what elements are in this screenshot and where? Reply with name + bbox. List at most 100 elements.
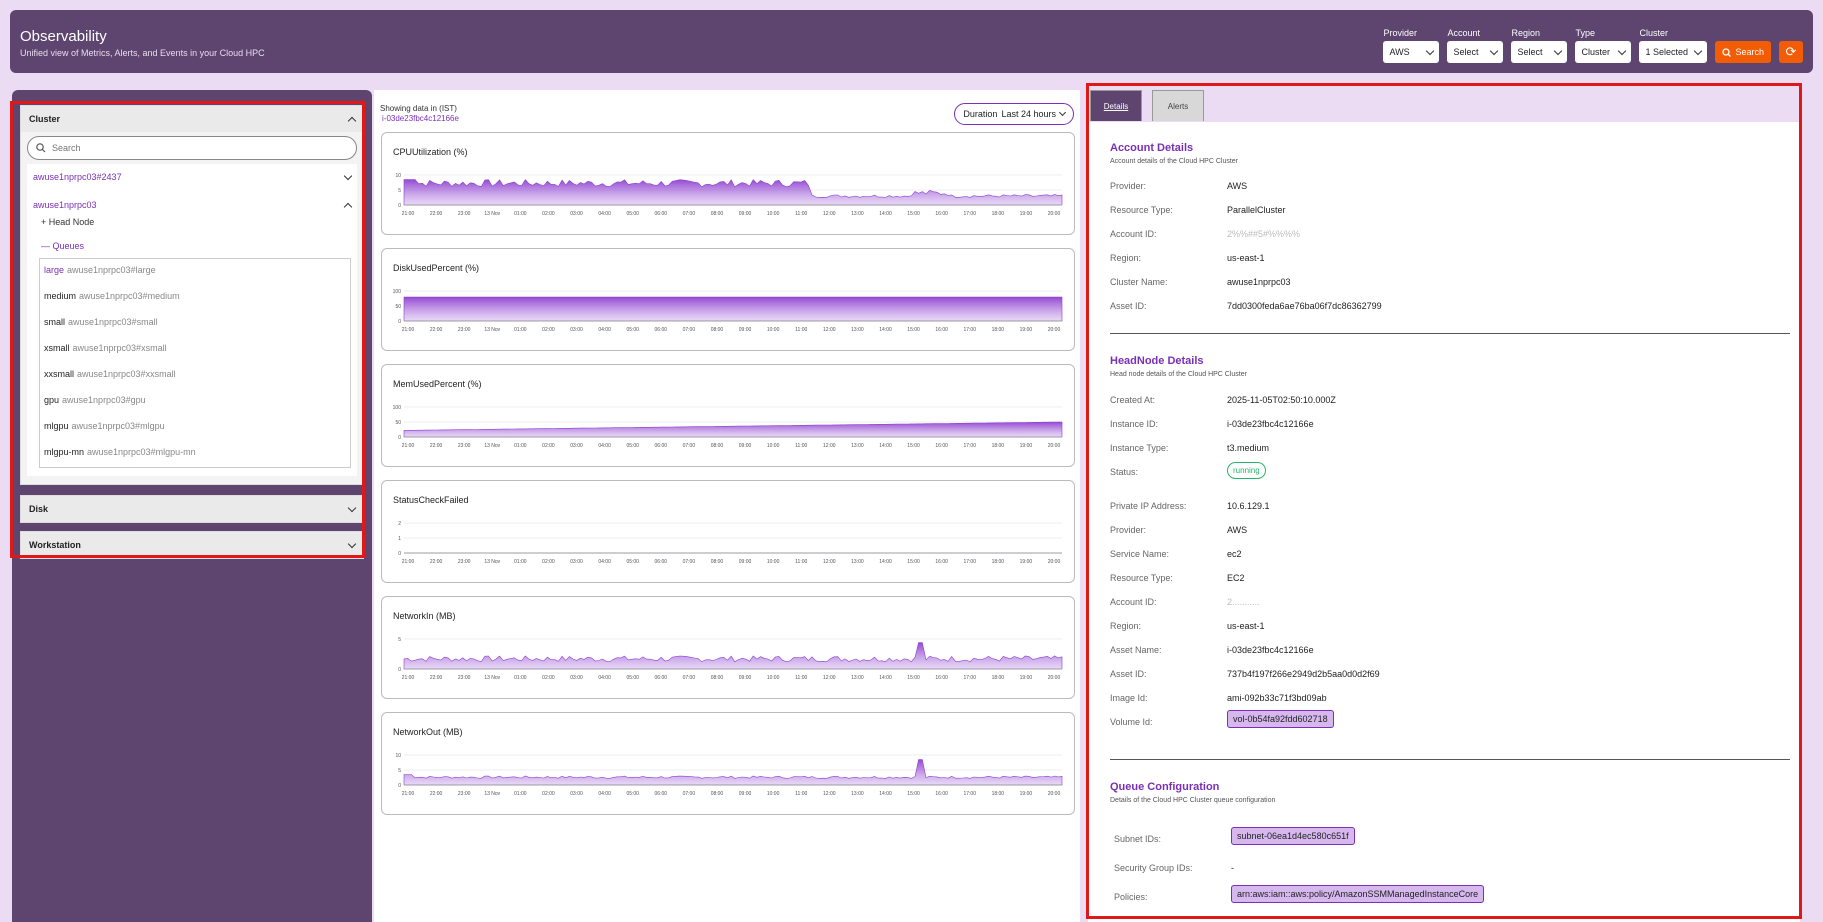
x-tick-label: 01:00 <box>514 675 527 681</box>
queue-item[interactable]: mlgpu-mn awuse1nprpc03#mlgpu-mn <box>40 441 350 467</box>
x-tick-label: 21:00 <box>402 443 415 449</box>
queue-id: awuse1nprpc03#xxsmall <box>77 369 176 379</box>
tab-alerts[interactable]: Alerts <box>1152 90 1204 121</box>
type-select[interactable]: Cluster <box>1575 41 1632 63</box>
detail-key: Image Id: <box>1110 693 1148 703</box>
x-tick-label: 15:00 <box>907 559 920 565</box>
chart-svg: 10 5 021:00 22:00 23:00 13 Nov 01:00 02:00 03:00… <box>395 173 1063 217</box>
x-tick-label: 04:00 <box>598 443 611 449</box>
x-tick-label: 02:00 <box>542 791 555 797</box>
x-tick-label: 11:00 <box>795 791 807 797</box>
detail-value: i-03de23fbc4c12166e <box>1227 419 1314 429</box>
x-tick-label: 01:00 <box>514 443 527 449</box>
x-tick-label: 06:00 <box>655 211 668 217</box>
duration-select[interactable]: Duration Last 24 hours <box>954 103 1074 125</box>
detail-value: us-east-1 <box>1227 253 1265 263</box>
x-tick-label: 13:00 <box>851 675 864 681</box>
x-tick-label: 18:00 <box>992 559 1005 565</box>
queue-name: mlgpu-mn <box>44 447 85 457</box>
queue-name: mlgpu <box>44 421 69 431</box>
x-tick-label: 12:00 <box>823 675 836 681</box>
queue-id: awuse1nprpc03#xsmall <box>72 343 167 353</box>
x-tick-label: 21:00 <box>402 675 415 681</box>
cluster-accordion-header[interactable]: Cluster <box>21 106 363 132</box>
chart-card: MemUsedPercent (%) 100 50 0 21:00 22:00 23:00 1… <box>381 364 1075 467</box>
x-tick-label: 03:00 <box>570 675 583 681</box>
head-node-item[interactable]: + Head Node <box>27 214 357 230</box>
x-tick-label: 03:00 <box>570 327 583 333</box>
queue-item[interactable]: gpu awuse1nprpc03#gpu <box>40 389 350 415</box>
timezone-note: Showing data in (IST) <box>380 104 457 113</box>
x-tick-label: 23:00 <box>458 675 471 681</box>
x-tick-label: 11:00 <box>795 327 807 333</box>
disk-accordion-header[interactable]: Disk <box>21 496 363 522</box>
series-area <box>403 179 1063 206</box>
x-tick-label: 08:00 <box>711 327 724 333</box>
x-tick-label: 01:00 <box>514 791 527 797</box>
region-select[interactable]: Select <box>1511 41 1568 63</box>
x-tick-label: 15:00 <box>907 791 920 797</box>
queue-item[interactable]: small awuse1nprpc03#small <box>40 311 350 337</box>
x-tick-label: 14:00 <box>879 327 892 333</box>
queue-item[interactable]: large awuse1nprpc03#large <box>40 259 350 285</box>
x-tick-label: 22:00 <box>430 327 443 333</box>
queue-id: awuse1nprpc03#medium <box>79 291 180 301</box>
x-tick-label: 07:00 <box>683 675 696 681</box>
detail-row: Service Name: ec2 <box>1110 549 1242 559</box>
detail-row: Resource Type: EC2 <box>1110 573 1245 583</box>
x-tick-label: 18:00 <box>992 675 1005 681</box>
detail-row: Account ID: 2........... <box>1110 597 1260 607</box>
queue-id: awuse1nprpc03#gpu <box>62 395 146 405</box>
queue-item[interactable]: mlgpu awuse1nprpc03#mlgpu <box>40 415 350 441</box>
detail-value: EC2 <box>1227 573 1245 583</box>
headnode-section-title: HeadNode Details <box>1110 355 1204 367</box>
queue-section-header: Queue Configuration Details of the Cloud… <box>1110 781 1275 804</box>
x-tick-label: 07:00 <box>683 211 696 217</box>
detail-row: Security Group IDs: - <box>1114 863 1234 873</box>
detail-value: t3.medium <box>1227 443 1270 453</box>
y-tick-label: 0 <box>398 667 401 673</box>
disk-accordion-title: Disk <box>29 504 49 514</box>
x-tick-label: 06:00 <box>655 443 668 449</box>
cluster-select[interactable]: 1 Selected <box>1639 41 1708 63</box>
x-tick-label: 16:00 <box>935 675 948 681</box>
tab-details[interactable]: Details <box>1090 90 1142 121</box>
queue-item[interactable]: xxsmall awuse1nprpc03#xxsmall <box>40 363 350 389</box>
chart-svg: 10 5 021:00 22:00 23:00 13 Nov 01:00 02:00 03:00… <box>395 753 1063 797</box>
provider-select[interactable]: AWS <box>1383 41 1440 63</box>
cluster-search[interactable] <box>27 136 357 160</box>
chart-card: CPUUtilization (%) 10 5 0 21:00 22:00 23:00 13 … <box>381 132 1075 235</box>
y-tick-label: 2 <box>398 521 401 527</box>
queue-item[interactable]: medium awuse1nprpc03#medium <box>40 285 350 311</box>
duration-label: Duration <box>963 109 998 119</box>
x-tick-label: 09:00 <box>739 559 752 565</box>
queues-item[interactable]: — Queues <box>27 238 357 254</box>
divider <box>1110 333 1790 334</box>
search-button-label: Search <box>1735 47 1764 57</box>
chevron-down-icon <box>1554 46 1563 55</box>
disk-accordion: Disk <box>20 495 364 523</box>
refresh-button[interactable]: ⟳ <box>1779 41 1803 63</box>
x-tick-label: 20:00 <box>1048 443 1061 449</box>
x-tick-label: 11:00 <box>795 675 807 681</box>
detail-value: ec2 <box>1227 549 1242 559</box>
x-tick-label: 13:00 <box>851 327 864 333</box>
x-tick-label: 21:00 <box>402 211 415 217</box>
queue-item[interactable]: xsmall awuse1nprpc03#xsmall <box>40 337 350 363</box>
account-select[interactable]: Select <box>1447 41 1504 63</box>
cluster-item-selected[interactable]: awuse1nprpc03 <box>27 196 357 214</box>
x-tick-label: 23:00 <box>458 791 471 797</box>
x-tick-label: 02:00 <box>542 559 555 565</box>
search-button[interactable]: Search <box>1715 41 1771 63</box>
cluster-item[interactable]: awuse1nprpc03#2437 <box>27 168 357 186</box>
chart-svg: 100 50 021:00 22:00 23:00 13 Nov 01:00 02:00 03:… <box>393 405 1063 449</box>
x-tick-label: 13 Nov <box>484 675 500 681</box>
x-tick-label: 05:00 <box>626 327 639 333</box>
x-tick-label: 06:00 <box>655 559 668 565</box>
detail-row: Instance Type: t3.medium <box>1110 443 1269 453</box>
workstation-accordion-header[interactable]: Workstation <box>21 532 363 558</box>
x-tick-label: 18:00 <box>992 327 1005 333</box>
detail-key: Resource Type: <box>1110 573 1173 583</box>
region-value: Select <box>1517 47 1543 57</box>
cluster-search-input[interactable] <box>52 143 333 153</box>
